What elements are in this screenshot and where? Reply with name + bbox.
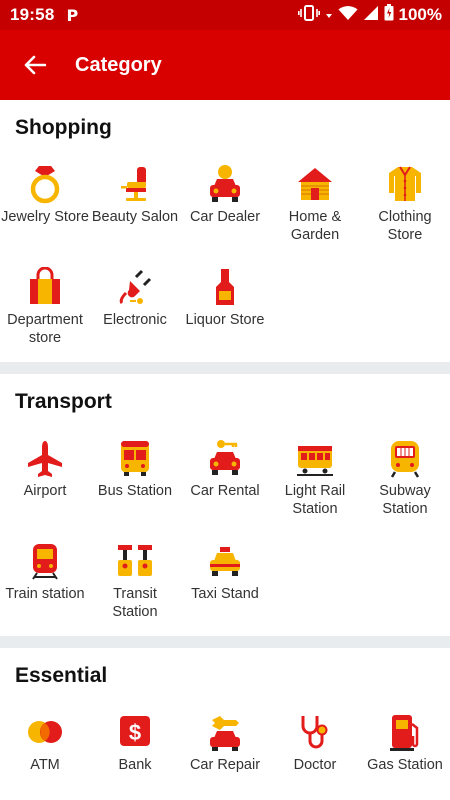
salon-chair-icon (115, 164, 155, 204)
category-jewelry-store[interactable]: Jewelry Store (0, 156, 90, 259)
category-label: Gas Station (367, 757, 443, 773)
section-title: Essential (15, 664, 108, 687)
signal-icon (363, 5, 379, 26)
back-button[interactable] (0, 30, 70, 100)
svg-text:$: $ (129, 720, 141, 745)
section-essential: Essential ATM $ Bank Car Repair Doctor G… (0, 648, 450, 800)
taxi-icon (205, 541, 245, 581)
battery-icon (384, 4, 394, 26)
bus-icon (115, 438, 155, 478)
category-doctor[interactable]: Doctor (270, 704, 360, 800)
status-time: 19:58 (10, 5, 55, 24)
category-home-garden[interactable]: Home & Garden (270, 156, 360, 259)
category-subway-station[interactable]: Subway Station (360, 430, 450, 533)
category-car-repair[interactable]: Car Repair (180, 704, 270, 800)
fuel-pump-icon (385, 712, 425, 752)
category-label: Bus Station (97, 483, 173, 499)
transit-icon (115, 541, 155, 581)
category-light-rail-station[interactable]: Light Rail Station (270, 430, 360, 533)
category-label: Beauty Salon (91, 209, 179, 225)
category-label: Liquor Store (185, 312, 265, 328)
category-label: Department store (7, 312, 83, 346)
ring-icon (25, 164, 65, 204)
category-beauty-salon[interactable]: Beauty Salon (90, 156, 180, 259)
card-icon (25, 712, 65, 752)
category-gas-station[interactable]: Gas Station (360, 704, 450, 800)
category-label: Subway Station (379, 483, 431, 517)
bottle-icon (205, 267, 245, 307)
category-label: Taxi Stand (191, 586, 259, 602)
category-label: Doctor (293, 757, 337, 773)
category-label: Train station (5, 586, 85, 602)
category-clothing-store[interactable]: Clothing Store (360, 156, 450, 259)
section-shopping: Shopping Jewelry Store Beauty Salon Car … (0, 100, 450, 362)
tram-icon (295, 438, 335, 478)
category-label: Electronic (103, 312, 167, 328)
wifi-icon (338, 5, 358, 26)
plug-icon (115, 267, 155, 307)
category-airport[interactable]: Airport (0, 430, 90, 533)
category-label: Transit Station (112, 586, 158, 620)
vibrate-icon (297, 4, 320, 26)
page-title: Category (75, 53, 162, 76)
category-label: Car Dealer (189, 209, 261, 225)
app-notification-icon: P (66, 5, 79, 25)
car-dealer-icon (205, 164, 245, 204)
car-repair-icon (205, 712, 245, 752)
section-divider (0, 362, 450, 374)
category-electronic[interactable]: Electronic (90, 259, 180, 362)
category-train-station[interactable]: Train station (0, 533, 90, 636)
category-car-rental[interactable]: Car Rental (180, 430, 270, 533)
cabin-icon (295, 164, 335, 204)
bank-dollar-icon: $ (115, 712, 155, 752)
category-list[interactable]: Shopping Jewelry Store Beauty Salon Car … (0, 100, 450, 800)
car-key-icon (205, 438, 245, 478)
category-taxi-stand[interactable]: Taxi Stand (180, 533, 270, 636)
category-label: ATM (30, 757, 60, 773)
train-icon (25, 541, 65, 581)
section-title: Shopping (15, 116, 112, 139)
category-label: Light Rail Station (284, 483, 346, 517)
category-bank[interactable]: $ Bank (90, 704, 180, 800)
category-label: Jewelry Store (1, 209, 89, 225)
subway-icon (385, 438, 425, 478)
status-bar: 19:58 P 100% (0, 0, 450, 30)
stethoscope-icon (295, 712, 335, 752)
category-car-dealer[interactable]: Car Dealer (180, 156, 270, 259)
shopping-bag-icon (25, 267, 65, 307)
arrow-back-icon (24, 55, 46, 75)
category-liquor-store[interactable]: Liquor Store (180, 259, 270, 362)
battery-percent: 100% (398, 5, 442, 24)
category-label: Car Rental (190, 483, 260, 499)
data-arrows-icon (325, 5, 333, 26)
category-transit-station[interactable]: Transit Station (90, 533, 180, 636)
airplane-icon (25, 438, 65, 478)
section-title: Transport (15, 390, 112, 413)
category-label: Bank (118, 757, 152, 773)
category-label: Home & Garden (288, 209, 342, 243)
category-atm[interactable]: ATM (0, 704, 90, 800)
category-label: Car Repair (189, 757, 261, 773)
app-bar: Category (0, 30, 450, 100)
section-transport: Transport Airport Bus Station Car Rental (0, 374, 450, 636)
shirt-icon (385, 164, 425, 204)
category-bus-station[interactable]: Bus Station (90, 430, 180, 533)
category-label: Airport (23, 483, 67, 499)
section-divider (0, 636, 450, 648)
category-label: Clothing Store (378, 209, 432, 243)
category-department-store[interactable]: Department store (0, 259, 90, 362)
